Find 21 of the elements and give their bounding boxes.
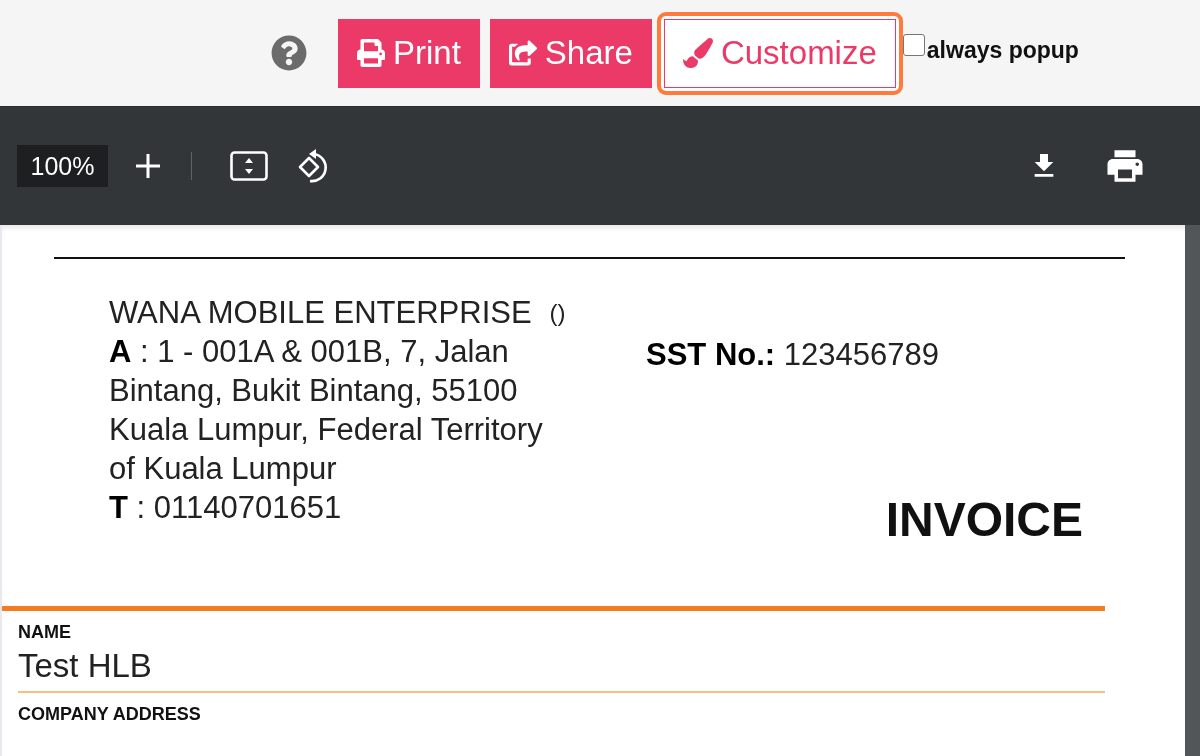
company-suffix: () (549, 298, 566, 328)
paintbrush-icon (682, 38, 713, 68)
sst-number: SST No.: 123456789 (646, 336, 939, 374)
field-value: Test HLB (18, 646, 152, 686)
field-label: NAME (18, 621, 71, 643)
checkbox-label[interactable]: always popup (926, 36, 1079, 64)
help-icon[interactable] (271, 35, 307, 71)
field-label: COMPANY ADDRESS (18, 703, 201, 725)
company-phone: T : 01140701651 (109, 489, 343, 527)
printer-icon (357, 39, 385, 67)
company-name: WANA MOBILE ENTERPRISE (109, 294, 532, 332)
company-address: A : 1 - 001A & 001B, 7, Jalan Bintang, Bukit Bintang, 55100 Kuala Lumpur, Federal Territory of Kuala Lumpur (109, 333, 544, 488)
plus-icon[interactable] (135, 153, 161, 179)
zoom-field[interactable]: 100% (17, 145, 108, 187)
fit-page-icon[interactable] (230, 151, 268, 181)
checkbox[interactable] (902, 34, 925, 56)
invoice-title: INVOICE (885, 492, 1083, 548)
share-button[interactable]: Share (489, 18, 652, 88)
customize-button[interactable]: Customize (663, 18, 896, 88)
print-button[interactable]: Print (338, 18, 480, 88)
share-icon (508, 39, 537, 67)
